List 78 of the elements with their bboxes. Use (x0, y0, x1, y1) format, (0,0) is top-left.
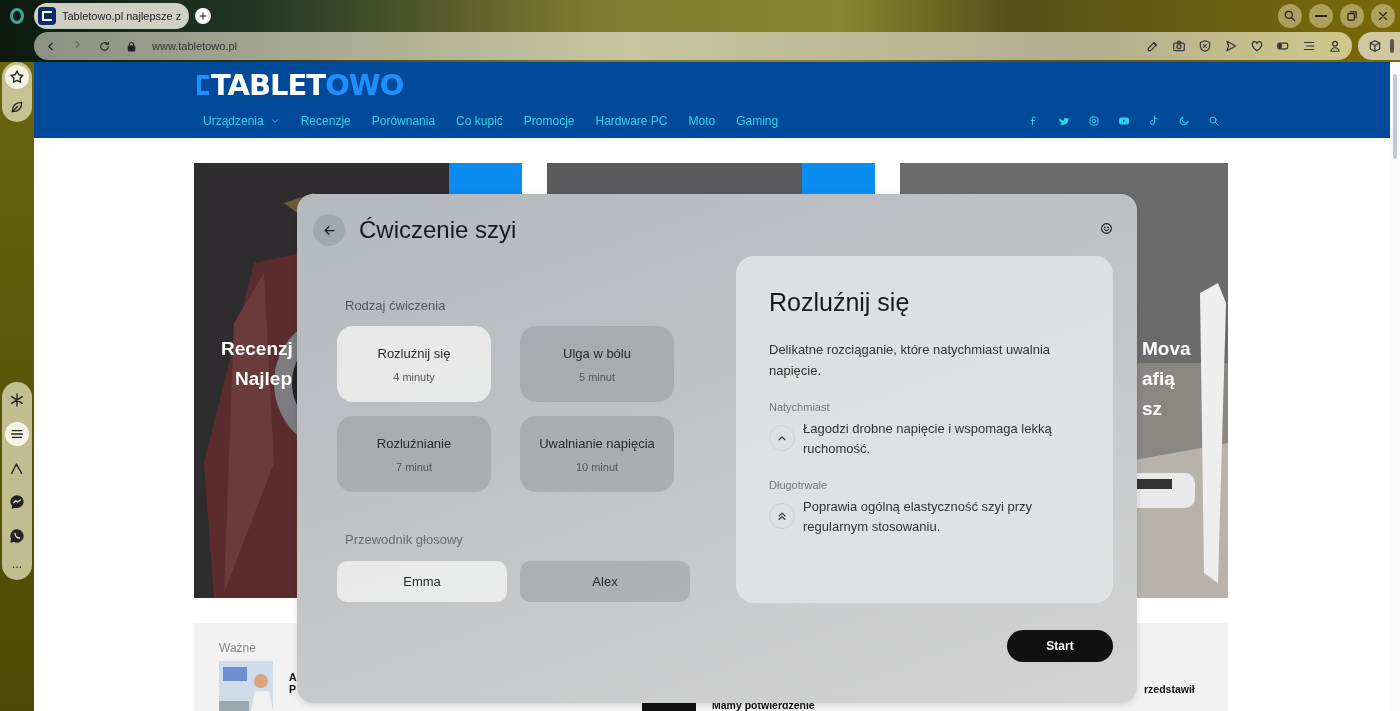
detail-title: Rozluźnij się (769, 288, 910, 317)
voice-option[interactable]: Emma (337, 561, 507, 602)
card-title[interactable]: Najlep (235, 365, 293, 393)
browser-logo-icon[interactable] (10, 8, 24, 24)
peak-icon (9, 460, 25, 476)
benefit-text: Łagodzi drobne napięcie i wspomaga lekką ruchomość. (803, 420, 1053, 458)
more-button[interactable]: ... (12, 558, 22, 574)
search-button[interactable] (1278, 4, 1302, 28)
smiley-icon[interactable] (1100, 222, 1113, 235)
section-label: Rodzaj ćwiczenia (345, 298, 446, 313)
star-icon[interactable] (9, 69, 25, 85)
exercise-option[interactable]: Rozluźnianie 7 minut (337, 416, 491, 492)
voice-option[interactable]: Alex (520, 561, 690, 602)
scrollbar-thumb[interactable] (1393, 74, 1397, 159)
send-icon[interactable] (1224, 39, 1238, 53)
nav-link[interactable]: Recenzje (300, 114, 351, 128)
browser-tab[interactable]: Tabletowo.pl najlepsze z (34, 3, 190, 29)
close-icon (1376, 9, 1390, 23)
leaf-icon[interactable] (9, 99, 25, 115)
dialog-title: Ćwiczenie szyi (359, 216, 517, 244)
exercise-option[interactable]: Ulga w bólu 5 minut (520, 326, 674, 402)
article-title[interactable]: rzedstawił (1144, 683, 1195, 695)
instagram-icon[interactable] (1088, 115, 1100, 127)
minimize-icon (1315, 15, 1327, 17)
restore-button[interactable] (1340, 4, 1364, 28)
exercise-option[interactable]: Rozluźnij się 4 minuty (337, 326, 491, 402)
search-icon (1283, 9, 1297, 23)
bird-icon[interactable] (1058, 115, 1070, 127)
card-title[interactable]: afią (1142, 365, 1175, 393)
article-title[interactable]: A (289, 671, 297, 683)
whatsapp-icon (9, 528, 25, 544)
nav-link[interactable]: Moto (688, 114, 716, 128)
nav-link[interactable]: Hardware PC (595, 114, 668, 128)
play-icon[interactable] (1118, 115, 1130, 127)
start-button[interactable]: Start (1007, 630, 1113, 662)
reload-icon[interactable] (98, 39, 111, 53)
sidebar-button[interactable] (5, 422, 29, 446)
person-icon[interactable] (1328, 39, 1342, 53)
nav-link[interactable]: Promocje (523, 114, 575, 128)
address-bar[interactable]: www.tabletowo.pl (34, 32, 1352, 60)
chevron-down-icon (269, 116, 280, 126)
detail-description: Delikatne rozciąganie, które natychmiast uwalnia napięcie. (769, 341, 1052, 380)
messenger-icon (9, 494, 25, 510)
close-button[interactable] (1371, 4, 1395, 28)
asterisk-icon (9, 392, 25, 408)
moon-icon[interactable] (1178, 115, 1190, 127)
nav-link[interactable]: Porównania (371, 114, 436, 128)
music-note-icon[interactable] (1148, 115, 1160, 127)
nav-link[interactable]: Urządzenia (203, 114, 280, 128)
edit-icon[interactable] (1146, 39, 1160, 53)
benefit-text: Poprawia ogólną elastyczność szyi przy regularnym stosowaniu. (803, 498, 1034, 536)
nav-link[interactable]: Gaming (736, 114, 779, 128)
benefit-label: Długotrwale (769, 479, 828, 491)
exercise-option[interactable]: Uwalnianie napięcia 10 minut (520, 416, 674, 492)
nav-link[interactable]: Co kupić (456, 114, 503, 128)
minimize-button[interactable] (1309, 4, 1333, 28)
article-title[interactable]: P (289, 683, 296, 695)
camera-icon[interactable] (1172, 39, 1186, 53)
favicon-icon (38, 7, 56, 25)
card-title[interactable]: Mova (1142, 335, 1191, 363)
card-title[interactable]: Recenzj (221, 335, 293, 363)
search-icon[interactable] (1208, 115, 1220, 127)
list-icon[interactable] (1302, 39, 1316, 53)
heart-icon[interactable] (1250, 39, 1264, 53)
sidebar-toggle[interactable] (1390, 39, 1394, 53)
back-button[interactable] (313, 214, 345, 246)
shield-icon[interactable] (1198, 39, 1212, 53)
card-title[interactable]: sz (1142, 395, 1163, 423)
cube-icon[interactable] (1368, 39, 1382, 53)
site-logo[interactable]: TABLETOWO (197, 69, 404, 101)
new-tab-button[interactable] (195, 8, 212, 24)
battery-icon[interactable] (1276, 39, 1290, 53)
restore-icon (1345, 9, 1359, 23)
lock-icon (125, 39, 138, 53)
section-heading: Ważne (219, 641, 257, 655)
url-text[interactable]: www.tabletowo.pl (152, 40, 237, 52)
section-label: Przewodnik głosowy (345, 532, 463, 547)
benefit-label: Natychmiast (769, 401, 830, 413)
